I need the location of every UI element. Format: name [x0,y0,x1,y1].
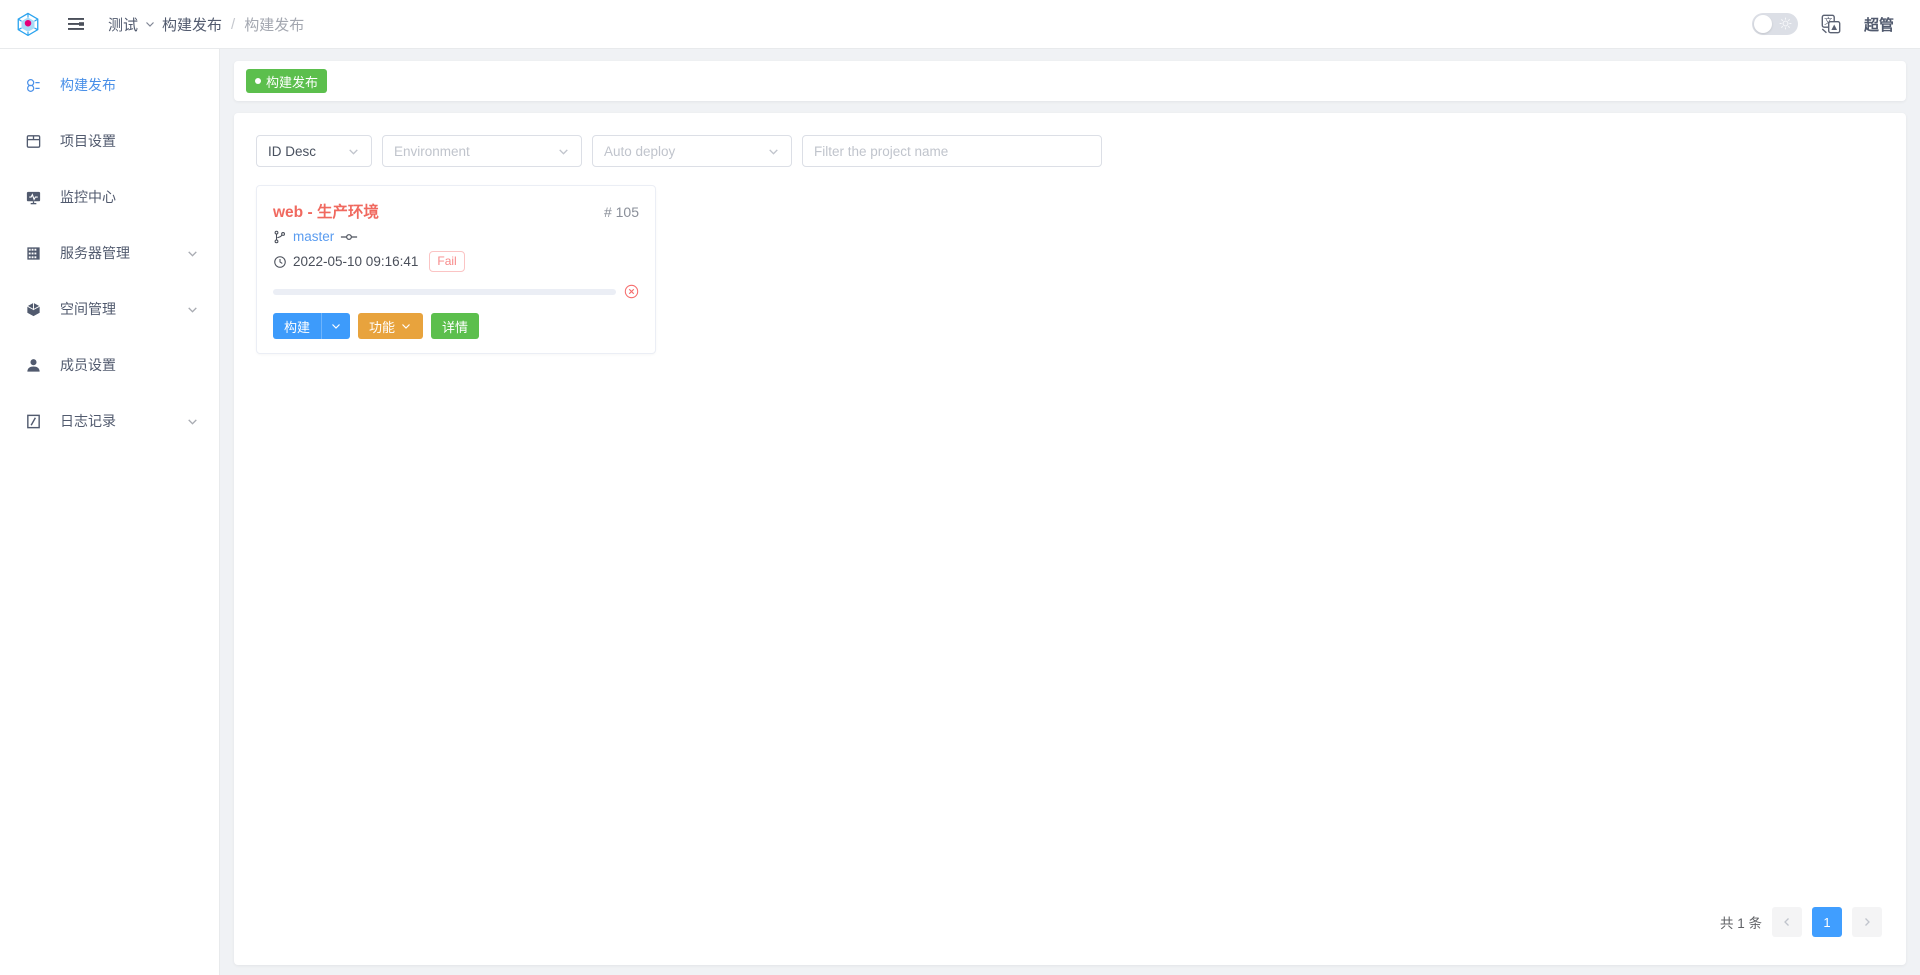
deploy-icon [22,77,44,94]
content-panel: ID Desc Environment Auto deploy Filter t… [234,113,1906,965]
tab-build-release[interactable]: 构建发布 [246,69,328,93]
language-switch-button[interactable]: 文 [1820,13,1842,35]
sidebar-item-monitor-center[interactable]: 监控中心 [0,169,219,225]
monitor-icon [22,189,44,206]
sidebar-item-log-records[interactable]: 日志记录 [0,393,219,449]
git-commit-icon [340,230,358,244]
project-build-time: 2022-05-10 09:16:41 [293,254,419,269]
project-name-search-input[interactable]: Filter the project name [802,135,1102,167]
sidebar: 构建发布 项目设置 监控中心 服务器管理 空间管理 成员设置 日志记录 [0,49,220,975]
project-settings-icon [22,133,44,150]
hamburger-icon [68,18,84,30]
breadcrumb-sub: 构建发布 [244,16,305,34]
project-actions: 构建 功能 详情 [273,313,639,339]
sidebar-item-label: 成员设置 [60,357,116,373]
topbar-actions: 文 超管 [1751,13,1920,35]
project-title[interactable]: web - 生产环境 [273,200,379,222]
translate-icon: 文 [1821,14,1841,34]
detail-button[interactable]: 详情 [431,313,480,339]
tab-bar: 构建发布 [234,61,1906,101]
pagination: 共 1 条 1 [1720,907,1882,937]
chevron-down-icon [767,145,780,158]
breadcrumb-project[interactable]: 测试 [108,14,138,35]
chevron-down-icon [347,145,360,158]
cube-logo-icon [17,12,39,37]
breadcrumb-current[interactable]: 构建发布 [162,14,222,35]
top-bar: 测试 构建发布 / 构建发布 文 超管 [0,0,1920,49]
dot-icon [255,78,261,84]
chevron-right-icon [1865,918,1870,926]
user-icon [22,357,44,374]
project-build-id: # 105 [603,204,639,220]
chevron-down-icon[interactable] [144,18,156,30]
sidebar-item-member-settings[interactable]: 成员设置 [0,337,219,393]
build-dropdown-button[interactable] [321,313,351,339]
sidebar-item-label: 空间管理 [60,301,116,317]
progress-bar [273,288,616,295]
sidebar-item-label: 服务器管理 [60,245,130,261]
search-input-placeholder: Filter the project name [814,143,949,159]
environment-select[interactable]: Environment [382,135,582,167]
pagination-page-1[interactable]: 1 [1812,907,1842,937]
clock-icon [273,255,287,269]
project-card[interactable]: web - 生产环境 # 105 master 2022-05-10 09:16… [256,185,656,354]
sidebar-item-build-release[interactable]: 构建发布 [0,57,219,113]
build-button[interactable]: 构建 [273,313,322,339]
function-button-label: 功能 [369,319,396,335]
project-progress [273,284,639,299]
tab-label: 构建发布 [266,74,319,90]
sidebar-item-server-management[interactable]: 服务器管理 [0,225,219,281]
sidebar-item-label: 日志记录 [60,413,116,429]
sort-select[interactable]: ID Desc [256,135,372,167]
pagination-next-button[interactable] [1852,907,1882,937]
build-button-group: 构建 [273,313,351,339]
chevron-down-icon [557,145,570,158]
chevron-down-icon [332,324,340,329]
error-circle-icon [624,284,639,299]
project-branch-name[interactable]: master [293,229,334,244]
auto-deploy-select-placeholder: Auto deploy [604,143,676,159]
toggle-knob [1753,15,1772,33]
project-card-header: web - 生产环境 # 105 [273,200,639,222]
theme-toggle-switch[interactable] [1751,13,1798,35]
sidebar-item-label: 监控中心 [60,189,116,205]
chevron-down-icon[interactable] [186,303,199,316]
pagination-prev-button[interactable] [1772,907,1802,937]
sidebar-item-space-management[interactable]: 空间管理 [0,281,219,337]
chevron-down-icon [402,324,410,329]
log-icon [22,413,44,430]
git-branch-icon [273,230,287,244]
breadcrumb-separator: / [231,15,236,33]
sidebar-item-label: 项目设置 [60,133,116,149]
sort-select-value: ID Desc [268,143,317,159]
sun-icon [1779,17,1792,35]
function-dropdown-button[interactable]: 功能 [358,313,424,339]
project-time-row: 2022-05-10 09:16:41 Fail [273,251,639,272]
auto-deploy-select[interactable]: Auto deploy [592,135,792,167]
chevron-left-icon [1784,918,1789,926]
pagination-total: 共 1 条 [1719,916,1762,931]
app-logo[interactable] [0,0,56,48]
user-menu[interactable]: 超管 [1864,14,1894,35]
sidebar-item-project-settings[interactable]: 项目设置 [0,113,219,169]
chevron-down-icon[interactable] [186,247,199,260]
sidebar-item-label: 构建发布 [60,77,116,93]
breadcrumb: 测试 构建发布 / 构建发布 [108,14,304,35]
environment-select-placeholder: Environment [394,143,470,159]
server-icon [22,245,44,262]
sidebar-toggle-button[interactable] [56,0,96,48]
main-content: 构建发布 ID Desc Environment Auto deploy Fil… [220,49,1920,975]
project-branch-row: master [273,229,639,244]
chevron-down-icon[interactable] [186,415,199,428]
status-badge: Fail [429,251,465,272]
space-cube-icon [22,301,44,318]
filter-bar: ID Desc Environment Auto deploy Filter t… [234,113,1906,167]
project-card-list: web - 生产环境 # 105 master 2022-05-10 09:16… [234,167,1906,354]
